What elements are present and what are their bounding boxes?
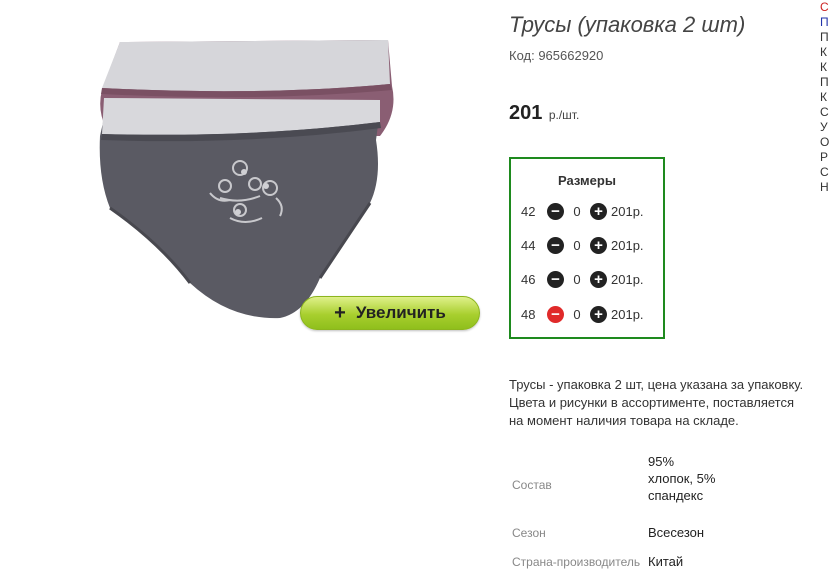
size-label: 44: [521, 237, 536, 253]
side-nav-item[interactable]: С: [820, 0, 829, 15]
size-row-46: 46 − 0 + 201р.: [521, 269, 644, 289]
spec-value-season: Всесезон: [648, 525, 705, 540]
side-nav-item[interactable]: У: [820, 120, 829, 135]
spec-label-composition: Состав: [512, 478, 552, 492]
zoom-button-label: Увеличить: [355, 303, 446, 322]
product-code: Код: 965662920: [509, 48, 604, 63]
quantity-value: 0: [573, 237, 581, 253]
zoom-button[interactable]: + Увеличить: [300, 296, 480, 330]
size-row-42: 42 − 0 + 201р.: [521, 201, 644, 221]
sizes-panel: Размеры 42 − 0 + 201р. 44 − 0 + 201р. 46…: [509, 157, 665, 339]
side-nav-item[interactable]: К: [820, 45, 829, 60]
quantity-value: 0: [573, 306, 581, 322]
size-label: 46: [521, 271, 536, 287]
side-nav-item[interactable]: О: [820, 135, 829, 150]
plus-icon: +: [334, 302, 346, 324]
size-row-44: 44 − 0 + 201р.: [521, 235, 644, 255]
side-nav-item[interactable]: С: [820, 165, 829, 180]
side-nav-item[interactable]: П: [820, 30, 829, 45]
plus-icon[interactable]: +: [590, 236, 607, 254]
plus-icon[interactable]: +: [590, 202, 607, 220]
product-image[interactable]: [80, 28, 410, 328]
size-label: 48: [521, 306, 536, 322]
minus-icon[interactable]: −: [547, 305, 564, 323]
spec-label-country: Страна-производитель: [512, 555, 641, 569]
minus-icon[interactable]: −: [547, 236, 564, 254]
quantity-value: 0: [573, 203, 581, 219]
quantity-value: 0: [573, 271, 581, 287]
size-price: 201р.: [611, 306, 644, 322]
price-amount: 201: [509, 102, 543, 124]
spec-label-season: Сезон: [512, 526, 546, 540]
size-price: 201р.: [611, 271, 644, 287]
side-nav-item[interactable]: П: [820, 75, 829, 90]
plus-icon[interactable]: +: [590, 305, 607, 323]
spec-value-country: Китай: [648, 554, 684, 569]
spec-value-composition: 95% хлопок, 5% спандекс: [648, 454, 716, 503]
side-nav-item[interactable]: Н: [820, 180, 829, 195]
description-line: Цвета и рисунки в ассортименте, поставля…: [509, 395, 795, 410]
description-line: на момент наличия товара на складе.: [509, 413, 739, 428]
side-nav-item[interactable]: С: [820, 105, 829, 120]
size-row-48: 48 − 0 + 201р.: [521, 304, 644, 324]
side-nav-item[interactable]: К: [820, 90, 829, 105]
sizes-title: Размеры: [558, 173, 616, 188]
minus-icon[interactable]: −: [547, 202, 564, 220]
size-price: 201р.: [611, 237, 644, 253]
side-nav-item[interactable]: К: [820, 60, 829, 75]
side-nav-item[interactable]: Р: [820, 150, 829, 165]
description-line: Трусы - упаковка 2 шт, цена указана за у…: [509, 377, 804, 392]
product-price: 201 р./шт.: [509, 102, 579, 125]
side-nav: С П П К К П К С У О Р С Н: [820, 0, 829, 195]
size-price: 201р.: [611, 203, 644, 219]
underwear-illustration: [99, 40, 394, 319]
product-title: Трусы (упаковка 2 шт): [509, 12, 746, 37]
product-description: Трусы - упаковка 2 шт, цена указана за у…: [509, 376, 829, 430]
size-label: 42: [521, 203, 536, 219]
price-unit: р./шт.: [548, 108, 580, 122]
plus-icon[interactable]: +: [590, 270, 607, 288]
side-nav-item[interactable]: П: [820, 15, 829, 30]
minus-icon[interactable]: −: [547, 270, 564, 288]
